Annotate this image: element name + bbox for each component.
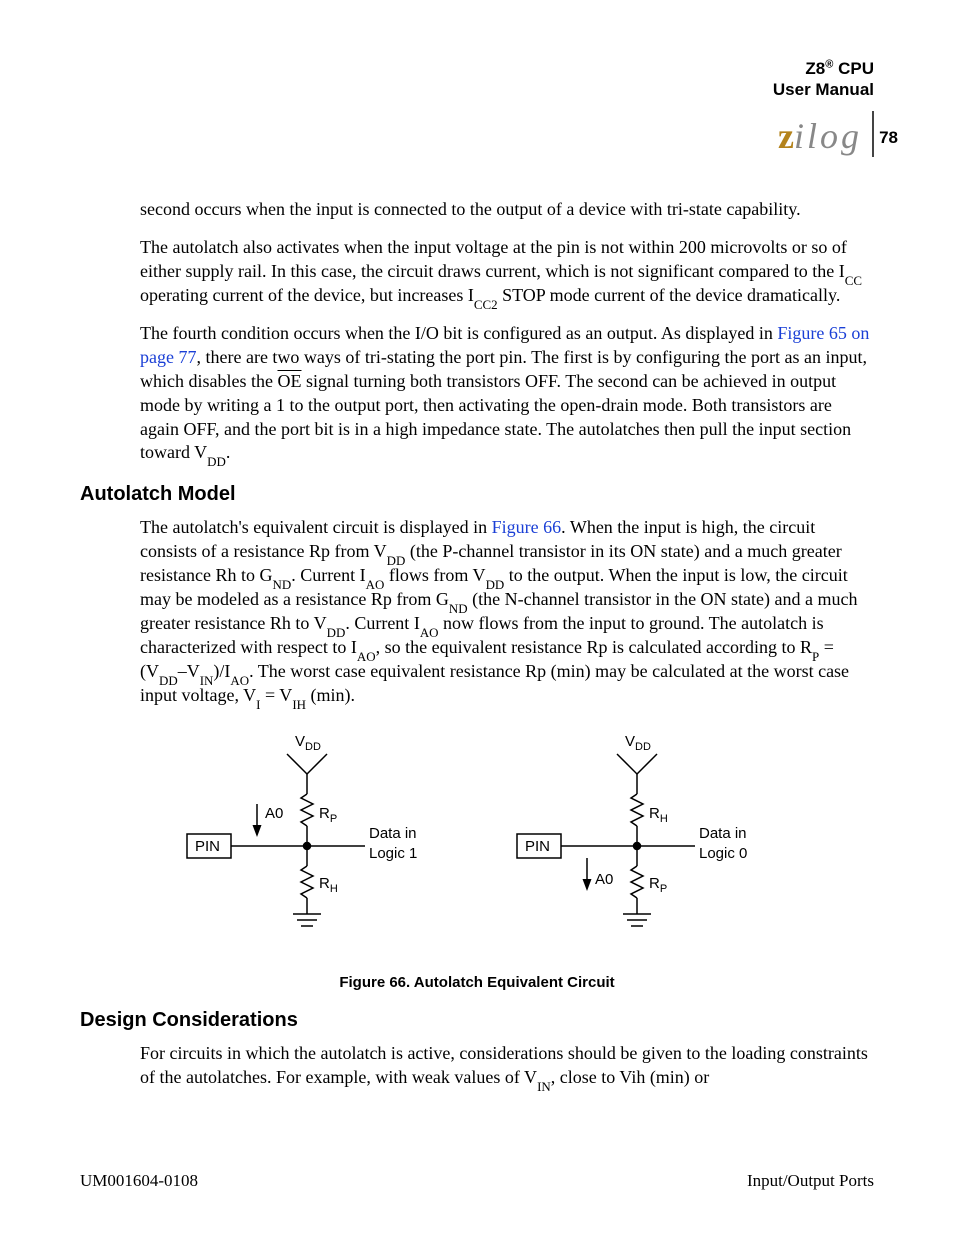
- text: , close to Vih (min) or: [551, 1067, 710, 1087]
- logo-row: zilog: [773, 111, 874, 157]
- text: = V: [260, 685, 292, 705]
- subscript: DD: [486, 577, 505, 592]
- circuit-diagram-icon: VDD RP PIN A0: [147, 726, 807, 961]
- subscript: IN: [537, 1079, 551, 1094]
- footer-doc-id: UM001604-0108: [80, 1171, 198, 1191]
- svg-text:PIN: PIN: [195, 838, 220, 855]
- page: Z8® CPU User Manual zilog 78 second occu…: [0, 0, 954, 1235]
- page-header: Z8® CPU User Manual zilog: [773, 58, 874, 157]
- text: –V: [178, 661, 200, 681]
- subscript: DD: [207, 454, 226, 469]
- text: )/I: [213, 661, 230, 681]
- section-heading-autolatch: Autolatch Model: [80, 483, 874, 506]
- svg-text:VDD: VDD: [625, 733, 651, 753]
- text: (min).: [306, 685, 355, 705]
- figure-66: VDD RP PIN A0: [80, 726, 874, 991]
- text: STOP mode current of the device dramatic…: [498, 285, 841, 305]
- page-footer: UM001604-0108 Input/Output Ports: [80, 1171, 874, 1191]
- text: The autolatch's equivalent circuit is di…: [140, 517, 492, 537]
- paragraph: For circuits in which the autolatch is a…: [140, 1042, 874, 1090]
- svg-text:RH: RH: [649, 805, 668, 825]
- svg-text:Data in: Data in: [369, 825, 417, 842]
- paragraph: The autolatch's equivalent circuit is di…: [140, 516, 874, 708]
- svg-text:Logic 0: Logic 0: [699, 845, 747, 862]
- subscript: AO: [357, 649, 376, 664]
- doc-subtitle: User Manual: [773, 80, 874, 99]
- subscript: IN: [200, 673, 214, 688]
- text: flows from V: [384, 565, 485, 585]
- subscript: DD: [387, 553, 406, 568]
- subscript: I: [256, 697, 260, 712]
- subscript: AO: [420, 625, 439, 640]
- text: . Current I: [345, 613, 419, 633]
- svg-text:RH: RH: [319, 875, 338, 895]
- svg-text:A0: A0: [595, 871, 613, 888]
- text: For circuits in which the autolatch is a…: [140, 1043, 868, 1087]
- svg-text:A0: A0: [265, 805, 283, 822]
- product-suffix: CPU: [833, 59, 874, 78]
- text: .: [226, 442, 231, 462]
- page-number: 78: [879, 128, 898, 148]
- text: . Current I: [291, 565, 365, 585]
- subscript: AO: [366, 577, 385, 592]
- page-body: second occurs when the input is connecte…: [80, 198, 874, 1090]
- product-name: Z8: [805, 59, 825, 78]
- figure-caption: Figure 66. Autolatch Equivalent Circuit: [80, 974, 874, 991]
- paragraph: The fourth condition occurs when the I/O…: [140, 322, 874, 466]
- subscript: P: [812, 649, 819, 664]
- figure-ref-link[interactable]: Figure 66: [492, 517, 562, 537]
- svg-text:Data in: Data in: [699, 825, 747, 842]
- zilog-logo: zilog: [778, 115, 862, 157]
- section-heading-design: Design Considerations: [80, 1009, 874, 1032]
- svg-text:VDD: VDD: [295, 733, 321, 753]
- paragraph: The autolatch also activates when the in…: [140, 236, 874, 308]
- svg-text:Logic 1: Logic 1: [369, 845, 417, 862]
- footer-section: Input/Output Ports: [747, 1171, 874, 1191]
- doc-title: Z8® CPU User Manual: [773, 58, 874, 101]
- subscript: DD: [159, 673, 178, 688]
- svg-text:PIN: PIN: [525, 838, 550, 855]
- text: , so the equivalent resistance Rp is cal…: [376, 637, 812, 657]
- subscript: AO: [230, 673, 249, 688]
- text: operating current of the device, but inc…: [140, 285, 474, 305]
- overline-signal: OE: [277, 371, 301, 391]
- subscript: DD: [327, 625, 346, 640]
- subscript: CC: [845, 273, 862, 288]
- subscript: ND: [272, 577, 291, 592]
- svg-text:RP: RP: [319, 805, 337, 825]
- svg-text:RP: RP: [649, 875, 667, 895]
- subscript: IH: [292, 697, 306, 712]
- subscript: CC2: [474, 297, 498, 312]
- subscript: ND: [449, 601, 468, 616]
- text: The autolatch also activates when the in…: [140, 237, 847, 281]
- text: The fourth condition occurs when the I/O…: [140, 323, 777, 343]
- paragraph: second occurs when the input is connecte…: [140, 198, 874, 222]
